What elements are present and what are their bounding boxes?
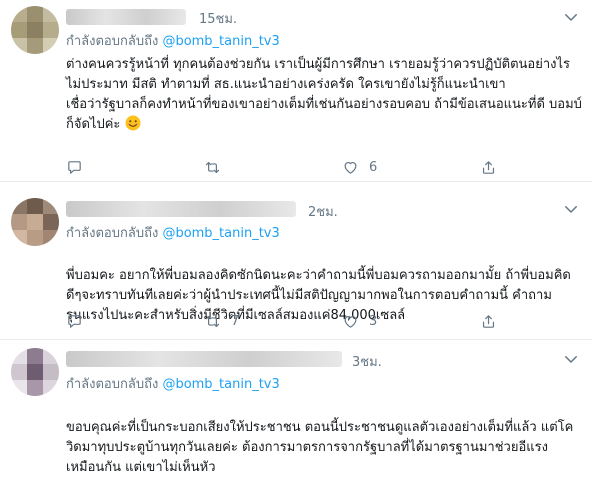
like-count: 6 xyxy=(369,160,378,175)
reply-icon xyxy=(68,161,81,174)
share-icon xyxy=(482,315,495,328)
tweet-text-content: ต่างคนควรรู้หน้าที่ ทุกคนต้องช่วยกัน เรา… xyxy=(66,57,582,132)
like-button[interactable]: 6 xyxy=(342,159,377,176)
tweet-actions: 7 3 xyxy=(66,313,566,333)
replying-to: กำลังตอบกลับถึง @bomb_tanin_tv3 xyxy=(66,373,280,394)
tweet[interactable]: 3ชม. กำลังตอบกลับถึง @bomb_tanin_tv3 ขอบ… xyxy=(0,340,592,500)
mention-link[interactable]: @bomb_tanin_tv3 xyxy=(162,226,279,241)
retweet-button[interactable]: 7 xyxy=(204,313,239,330)
author-name[interactable] xyxy=(66,351,342,367)
chevron-down-icon[interactable] xyxy=(562,350,580,368)
avatar[interactable] xyxy=(11,348,59,396)
chevron-down-icon[interactable] xyxy=(562,200,580,218)
reply-feed: 15ชม. กำลังตอบกลับถึง @bomb_tanin_tv3 ต่… xyxy=(0,0,592,500)
mention-link[interactable]: @bomb_tanin_tv3 xyxy=(162,377,279,392)
like-button[interactable]: 3 xyxy=(342,313,377,330)
share-icon xyxy=(482,161,495,174)
tweet-text: ขอบคุณค่ะที่เป็นกระบอกเสียงให้ประชาชน ตอ… xyxy=(66,398,582,478)
tweet-text: ต่างคนควรรู้หน้าที่ ทุกคนต้องช่วยกัน เรา… xyxy=(66,55,582,135)
avatar[interactable] xyxy=(11,6,59,54)
tweet-text-content: ขอบคุณค่ะที่เป็นกระบอกเสียงให้ประชาชน ตอ… xyxy=(66,420,574,475)
smiling-face-emoji xyxy=(125,115,141,131)
reply-button[interactable] xyxy=(66,159,93,176)
replying-to-label: กำลังตอบกลับถึง xyxy=(66,34,159,49)
tweet-actions: 6 xyxy=(66,159,566,179)
author-name[interactable] xyxy=(66,9,186,25)
replying-to: กำลังตอบกลับถึง @bomb_tanin_tv3 xyxy=(66,222,280,243)
retweet-icon xyxy=(205,315,220,328)
share-button[interactable] xyxy=(480,313,507,330)
chevron-down-icon[interactable] xyxy=(562,8,580,26)
timestamp[interactable]: 2ชม. xyxy=(308,201,338,222)
avatar[interactable] xyxy=(11,198,59,246)
reply-button[interactable] xyxy=(66,313,93,330)
share-button[interactable] xyxy=(480,159,507,176)
reply-icon xyxy=(68,315,81,328)
tweet[interactable]: 2ชม. กำลังตอบกลับถึง @bomb_tanin_tv3 พี่… xyxy=(0,182,592,340)
like-icon xyxy=(344,161,357,174)
timestamp[interactable]: 15ชม. xyxy=(199,8,237,29)
replying-to-label: กำลังตอบกลับถึง xyxy=(66,377,159,392)
retweet-button[interactable] xyxy=(204,159,231,176)
author-name[interactable] xyxy=(66,201,296,217)
retweet-count: 7 xyxy=(231,314,240,329)
tweet[interactable]: 15ชม. กำลังตอบกลับถึง @bomb_tanin_tv3 ต่… xyxy=(0,0,592,182)
mention-link[interactable]: @bomb_tanin_tv3 xyxy=(162,34,279,49)
like-count: 3 xyxy=(369,314,378,329)
replying-to-label: กำลังตอบกลับถึง xyxy=(66,226,159,241)
timestamp[interactable]: 3ชม. xyxy=(352,351,382,372)
retweet-icon xyxy=(205,161,220,174)
like-icon xyxy=(344,315,357,328)
replying-to: กำลังตอบกลับถึง @bomb_tanin_tv3 xyxy=(66,30,280,51)
